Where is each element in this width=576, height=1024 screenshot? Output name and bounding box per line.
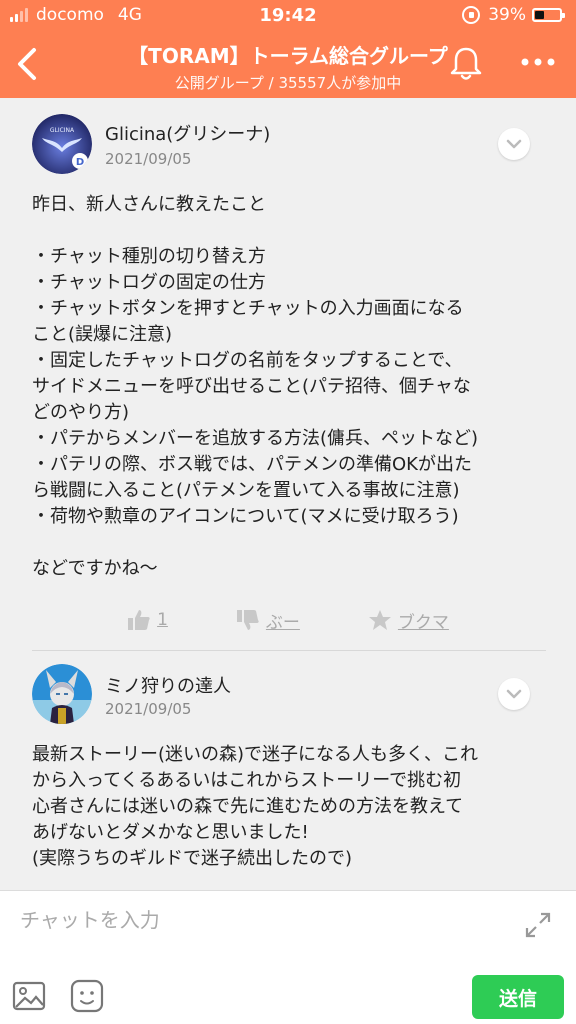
chat-input-area: 送信 — [0, 890, 576, 1024]
dislike-button[interactable]: ぶー — [236, 600, 300, 640]
bookmark-button[interactable]: ブクマ — [368, 600, 449, 640]
post-menu-button[interactable] — [498, 678, 530, 710]
status-right: 39% — [462, 5, 565, 25]
expand-icon — [525, 912, 551, 938]
thumbs-down-icon — [236, 610, 259, 630]
avatar[interactable] — [32, 664, 92, 724]
group-title: 【TORAM】トーラム総合グループ — [128, 44, 448, 68]
post-body: 最新ストーリー(迷いの森)で迷子になる人も多く、これ から入ってくるあるいはこれ… — [32, 744, 479, 869]
like-button[interactable]: 1 — [127, 600, 168, 640]
svg-text:GLICINA: GLICINA — [50, 127, 75, 134]
group-subtitle: 公開グループ / 35557人が参加中 — [174, 74, 402, 92]
post-menu-button[interactable] — [498, 128, 530, 160]
more-options-button[interactable] — [518, 50, 558, 74]
battery-icon — [532, 8, 565, 22]
post-actions: 1 ぶー ブクマ — [0, 600, 576, 640]
chat-input[interactable] — [20, 903, 500, 937]
notification-button[interactable] — [446, 44, 486, 84]
post-author[interactable]: Glicina(グリシーナ) — [105, 120, 270, 146]
header-title-area[interactable]: 【TORAM】トーラム総合グループ 公開グループ / 35557人が参加中 — [0, 40, 576, 93]
star-icon — [368, 610, 391, 630]
image-icon — [12, 981, 46, 1011]
like-count: 1 — [157, 610, 168, 630]
bookmark-label: ブクマ — [397, 612, 449, 633]
avatar-image — [32, 664, 92, 724]
avatar-image: GLICINA D — [32, 114, 92, 174]
post-author[interactable]: ミノ狩りの達人 — [105, 672, 231, 698]
battery-percent: 39% — [488, 5, 526, 25]
chat-feed[interactable]: GLICINA D Glicina(グリシーナ) 2021/09/05 昨日、新… — [0, 98, 576, 890]
post-body: 昨日、新人さんに教えたこと ・チャット種別の切り替え方 ・チャットログの固定の仕… — [32, 194, 479, 579]
post-date: 2021/09/05 — [105, 150, 192, 168]
emoji-icon — [70, 979, 104, 1013]
rotation-lock-icon — [462, 6, 481, 24]
group-header: 【TORAM】トーラム総合グループ 公開グループ / 35557人が参加中 — [0, 30, 576, 98]
svg-text:D: D — [76, 157, 84, 168]
more-dots-icon — [521, 58, 555, 66]
chevron-down-icon — [506, 689, 522, 699]
attach-image-button[interactable] — [12, 981, 46, 1011]
expand-input-button[interactable] — [524, 911, 552, 939]
thumbs-up-icon — [128, 610, 150, 630]
status-bar: docomo 4G 19:42 39% — [0, 0, 576, 30]
bell-icon — [450, 47, 482, 80]
avatar[interactable]: GLICINA D — [32, 114, 92, 174]
chevron-down-icon — [506, 139, 522, 149]
send-button[interactable]: 送信 — [472, 975, 564, 1019]
sticker-button[interactable] — [70, 979, 104, 1013]
post-date: 2021/09/05 — [105, 700, 192, 718]
post-divider — [32, 650, 546, 651]
dislike-label: ぶー — [265, 612, 300, 633]
